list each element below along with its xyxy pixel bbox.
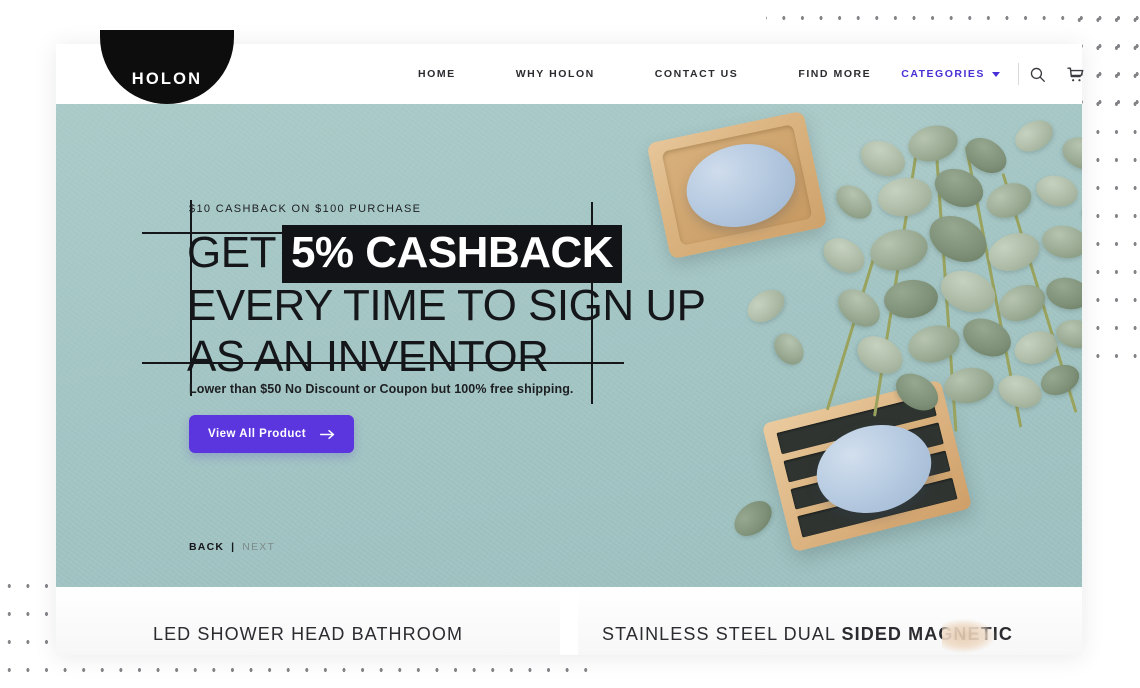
search-icon (1031, 67, 1046, 82)
pager-back-button[interactable]: BACK (189, 541, 224, 553)
header-actions: CATEGORIES (901, 57, 1095, 91)
view-all-product-button[interactable]: View All Product (189, 415, 355, 453)
arrow-right-icon (320, 429, 335, 439)
nav-item-home[interactable]: HOME (388, 68, 486, 80)
hero-subcopy: Lower than $50 No Discount or Coupon but… (189, 382, 574, 396)
pager-separator: | (231, 541, 236, 553)
product-title-regular: STAINLESS STEEL DUAL (602, 624, 842, 644)
cta-label: View All Product (208, 428, 307, 440)
product-thumbnail (942, 619, 996, 653)
hero-headline-line-2: EVERY TIME TO SIGN UP (187, 281, 706, 330)
hero-headline-prefix: GET (187, 228, 276, 277)
page-card: HOLON HOME WHY HOLON CONTACT US FIND MOR… (56, 30, 1084, 655)
hero-banner: $10 CASHBACK ON $100 PURCHASE GET 5% CASH… (56, 104, 1082, 587)
primary-nav: HOME WHY HOLON CONTACT US FIND MORE (388, 68, 901, 80)
nav-item-contact-us[interactable]: CONTACT US (625, 68, 769, 80)
categories-dropdown[interactable]: CATEGORIES (901, 68, 1018, 80)
hero-pager: BACK | NEXT (189, 541, 275, 553)
hero-eyebrow: $10 CASHBACK ON $100 PURCHASE (189, 203, 422, 215)
categories-label: CATEGORIES (901, 68, 985, 80)
nav-item-why-holon[interactable]: WHY HOLON (486, 68, 625, 80)
page-root: HOLON HOME WHY HOLON CONTACT US FIND MOR… (0, 0, 1140, 688)
site-header: HOLON HOME WHY HOLON CONTACT US FIND MOR… (56, 30, 1084, 104)
product-card-led-shower-head[interactable]: LED SHOWER HEAD BATHROOM (56, 587, 560, 655)
cart-button[interactable] (1057, 57, 1095, 91)
shopping-cart-icon (1067, 66, 1084, 81)
hero-headline-highlight: 5% CASHBACK (281, 225, 623, 283)
search-button[interactable] (1019, 57, 1057, 91)
product-card-stainless-steel-magnetic[interactable]: STAINLESS STEEL DUAL SIDED MAGNETIC (578, 587, 1082, 655)
hero-headline-line-1: GET 5% CASHBACK (187, 225, 623, 283)
nav-item-find-more[interactable]: FIND MORE (768, 68, 901, 80)
product-title: LED SHOWER HEAD BATHROOM (152, 624, 464, 644)
hero-headline-line-3: AS AN INVENTOR (187, 332, 549, 381)
brand-logo[interactable]: HOLON (100, 30, 234, 104)
product-card-row: LED SHOWER HEAD BATHROOM STAINLESS STEEL… (56, 587, 1082, 655)
chevron-down-icon (991, 71, 1000, 77)
brand-wordmark: HOLON (131, 70, 203, 88)
dot-mask-top-left (566, 0, 766, 34)
pager-next-button[interactable]: NEXT (242, 541, 275, 553)
